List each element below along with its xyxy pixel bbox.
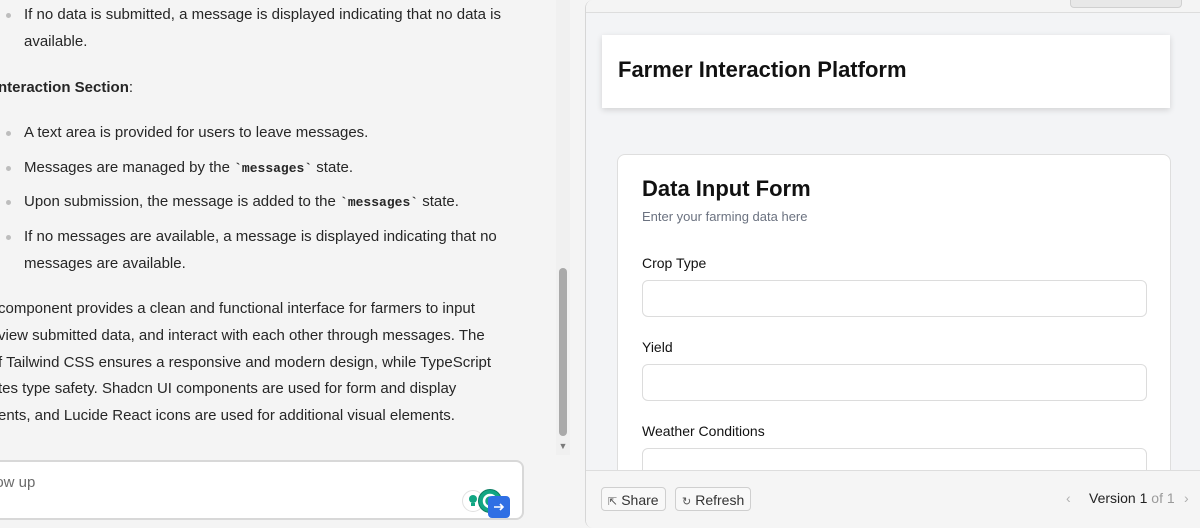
section-heading: nteraction Section: [0, 79, 134, 96]
card-description: Enter your farming data here [642, 209, 808, 224]
scroll-down-arrow-icon[interactable]: ▼ [557, 440, 569, 452]
list-item: A text area is provided for users to lea… [6, 119, 524, 146]
paragraph-line: view submitted data, and interact with e… [0, 327, 485, 344]
artifact-preview: Farmer Interaction Platform Data Input F… [586, 13, 1200, 470]
artifact-top-bar [586, 0, 1200, 13]
yield-input[interactable] [642, 364, 1147, 401]
share-button[interactable]: ⇱ Share [601, 487, 666, 511]
paragraph-line: ents, and Lucide React icons are used fo… [0, 407, 455, 424]
next-version-icon[interactable]: › [1184, 490, 1189, 506]
weather-conditions-label: Weather Conditions [642, 423, 765, 439]
share-icon: ⇱ [608, 496, 618, 508]
list-item: Messages are managed by the `messages` s… [6, 154, 524, 182]
artifact-top-button[interactable] [1070, 0, 1182, 8]
inline-code: `messages` [340, 195, 419, 210]
refresh-button[interactable]: ↻ Refresh [675, 487, 752, 511]
artifact-pane: Farmer Interaction Platform Data Input F… [585, 0, 1200, 528]
chat-pane: If no data is submitted, a message is di… [0, 0, 575, 528]
refresh-icon: ↻ [682, 496, 692, 508]
list-item: Upon submission, the message is added to… [6, 188, 524, 216]
card-title: Data Input Form [642, 176, 811, 201]
page-title: Farmer Interaction Platform [618, 57, 907, 82]
chat-scrollbar-thumb[interactable] [559, 268, 567, 436]
app-header: Farmer Interaction Platform [602, 35, 1170, 108]
paragraph-line: tes type safety. Shadcn UI components ar… [0, 380, 457, 397]
chat-input-placeholder: low up [0, 474, 36, 491]
paragraph-line: component provides a clean and functiona… [0, 300, 475, 317]
paragraph-line: f Tailwind CSS ensures a responsive and … [0, 354, 492, 371]
yield-label: Yield [642, 339, 673, 355]
data-input-card: Data Input Form Enter your farming data … [617, 154, 1171, 470]
inline-code: `messages` [234, 161, 313, 176]
chat-message: If no data is submitted, a message is di… [0, 0, 555, 455]
previous-version-icon[interactable]: ‹ [1066, 490, 1071, 506]
chat-input[interactable]: low up [0, 460, 524, 520]
version-indicator: Version 1 of 1 [1089, 490, 1175, 506]
send-icon[interactable] [488, 496, 510, 518]
list-item: If no messages are available, a message … [6, 223, 524, 277]
weather-conditions-input[interactable] [642, 448, 1147, 470]
crop-type-input[interactable] [642, 280, 1147, 317]
list-item: If no data is submitted, a message is di… [6, 1, 524, 55]
crop-type-label: Crop Type [642, 255, 707, 271]
artifact-footer: ⇱ Share ↻ Refresh ‹ Version 1 of 1 › [586, 470, 1200, 528]
